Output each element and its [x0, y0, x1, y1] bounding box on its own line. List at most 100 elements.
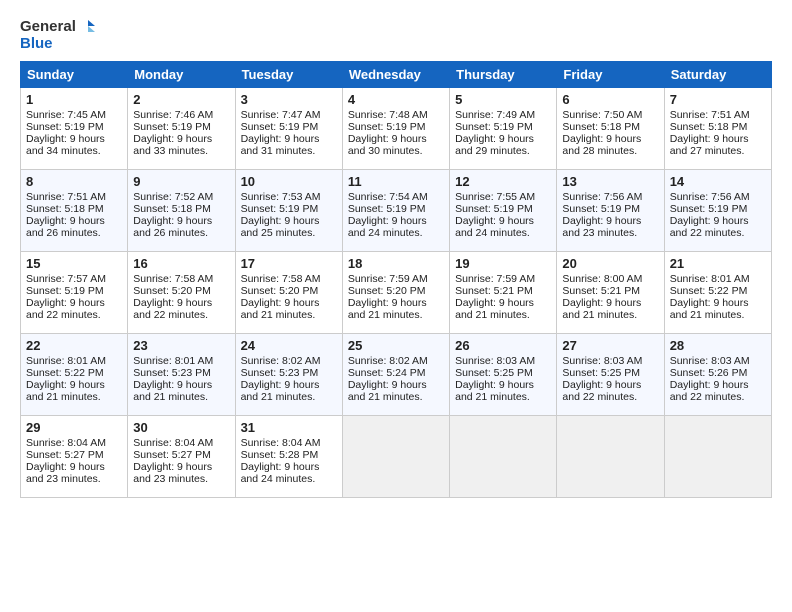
calendar-week-row: 22 Sunrise: 8:01 AM Sunset: 5:22 PM Dayl… [21, 333, 772, 415]
calendar-week-row: 8 Sunrise: 7:51 AM Sunset: 5:18 PM Dayli… [21, 169, 772, 251]
sunset-label: Sunset: 5:19 PM [562, 203, 640, 215]
daylight-label: Daylight: 9 hours and 31 minutes. [241, 133, 320, 157]
calendar-week-row: 29 Sunrise: 8:04 AM Sunset: 5:27 PM Dayl… [21, 415, 772, 497]
logo-text-blue: Blue [20, 36, 96, 53]
sunrise-label: Sunrise: 7:56 AM [670, 191, 750, 203]
day-number: 26 [455, 338, 551, 353]
calendar-cell: 25 Sunrise: 8:02 AM Sunset: 5:24 PM Dayl… [342, 333, 449, 415]
daylight-label: Daylight: 9 hours and 23 minutes. [562, 215, 641, 239]
page: General Blue Sunday Monday Tuesday Wedne… [0, 0, 792, 508]
sunrise-label: Sunrise: 7:54 AM [348, 191, 428, 203]
sunset-label: Sunset: 5:22 PM [670, 285, 748, 297]
daylight-label: Daylight: 9 hours and 30 minutes. [348, 133, 427, 157]
day-number: 11 [348, 174, 444, 189]
sunset-label: Sunset: 5:19 PM [133, 121, 211, 133]
calendar-cell: 11 Sunrise: 7:54 AM Sunset: 5:19 PM Dayl… [342, 169, 449, 251]
sunset-label: Sunset: 5:28 PM [241, 449, 319, 461]
daylight-label: Daylight: 9 hours and 29 minutes. [455, 133, 534, 157]
calendar-week-row: 1 Sunrise: 7:45 AM Sunset: 5:19 PM Dayli… [21, 87, 772, 169]
day-number: 4 [348, 92, 444, 107]
calendar-cell: 23 Sunrise: 8:01 AM Sunset: 5:23 PM Dayl… [128, 333, 235, 415]
day-number: 30 [133, 420, 229, 435]
calendar-cell: 24 Sunrise: 8:02 AM Sunset: 5:23 PM Dayl… [235, 333, 342, 415]
calendar-cell [450, 415, 557, 497]
daylight-label: Daylight: 9 hours and 21 minutes. [562, 297, 641, 321]
calendar-cell: 10 Sunrise: 7:53 AM Sunset: 5:19 PM Dayl… [235, 169, 342, 251]
sunset-label: Sunset: 5:19 PM [670, 203, 748, 215]
day-number: 23 [133, 338, 229, 353]
col-thursday: Thursday [450, 61, 557, 87]
calendar-cell [342, 415, 449, 497]
daylight-label: Daylight: 9 hours and 21 minutes. [133, 379, 212, 403]
day-number: 28 [670, 338, 766, 353]
calendar-cell: 30 Sunrise: 8:04 AM Sunset: 5:27 PM Dayl… [128, 415, 235, 497]
col-friday: Friday [557, 61, 664, 87]
sunrise-label: Sunrise: 7:46 AM [133, 109, 213, 121]
calendar-cell: 28 Sunrise: 8:03 AM Sunset: 5:26 PM Dayl… [664, 333, 771, 415]
daylight-label: Daylight: 9 hours and 25 minutes. [241, 215, 320, 239]
calendar-cell: 20 Sunrise: 8:00 AM Sunset: 5:21 PM Dayl… [557, 251, 664, 333]
calendar-cell: 1 Sunrise: 7:45 AM Sunset: 5:19 PM Dayli… [21, 87, 128, 169]
header-row: Sunday Monday Tuesday Wednesday Thursday… [21, 61, 772, 87]
calendar-cell [557, 415, 664, 497]
calendar-cell: 7 Sunrise: 7:51 AM Sunset: 5:18 PM Dayli… [664, 87, 771, 169]
day-number: 5 [455, 92, 551, 107]
calendar-table: Sunday Monday Tuesday Wednesday Thursday… [20, 61, 772, 498]
daylight-label: Daylight: 9 hours and 27 minutes. [670, 133, 749, 157]
sunrise-label: Sunrise: 8:02 AM [241, 355, 321, 367]
calendar-cell: 8 Sunrise: 7:51 AM Sunset: 5:18 PM Dayli… [21, 169, 128, 251]
day-number: 21 [670, 256, 766, 271]
daylight-label: Daylight: 9 hours and 34 minutes. [26, 133, 105, 157]
daylight-label: Daylight: 9 hours and 22 minutes. [562, 379, 641, 403]
col-sunday: Sunday [21, 61, 128, 87]
sunrise-label: Sunrise: 8:02 AM [348, 355, 428, 367]
sunrise-label: Sunrise: 7:59 AM [455, 273, 535, 285]
day-number: 19 [455, 256, 551, 271]
daylight-label: Daylight: 9 hours and 23 minutes. [133, 461, 212, 485]
sunrise-label: Sunrise: 8:01 AM [670, 273, 750, 285]
daylight-label: Daylight: 9 hours and 22 minutes. [26, 297, 105, 321]
calendar-cell [664, 415, 771, 497]
day-number: 24 [241, 338, 337, 353]
sunrise-label: Sunrise: 8:01 AM [133, 355, 213, 367]
sunset-label: Sunset: 5:23 PM [133, 367, 211, 379]
sunrise-label: Sunrise: 7:58 AM [133, 273, 213, 285]
header: General Blue [20, 18, 772, 53]
calendar-cell: 22 Sunrise: 8:01 AM Sunset: 5:22 PM Dayl… [21, 333, 128, 415]
sunset-label: Sunset: 5:18 PM [562, 121, 640, 133]
sunset-label: Sunset: 5:21 PM [562, 285, 640, 297]
sunset-label: Sunset: 5:18 PM [133, 203, 211, 215]
sunset-label: Sunset: 5:19 PM [241, 121, 319, 133]
sunrise-label: Sunrise: 7:57 AM [26, 273, 106, 285]
sunset-label: Sunset: 5:20 PM [241, 285, 319, 297]
sunrise-label: Sunrise: 8:04 AM [26, 437, 106, 449]
sunrise-label: Sunrise: 8:01 AM [26, 355, 106, 367]
sunset-label: Sunset: 5:24 PM [348, 367, 426, 379]
sunrise-label: Sunrise: 8:00 AM [562, 273, 642, 285]
day-number: 9 [133, 174, 229, 189]
sunset-label: Sunset: 5:23 PM [241, 367, 319, 379]
day-number: 15 [26, 256, 122, 271]
day-number: 31 [241, 420, 337, 435]
calendar-cell: 15 Sunrise: 7:57 AM Sunset: 5:19 PM Dayl… [21, 251, 128, 333]
daylight-label: Daylight: 9 hours and 22 minutes. [133, 297, 212, 321]
sunset-label: Sunset: 5:26 PM [670, 367, 748, 379]
day-number: 8 [26, 174, 122, 189]
logo-bird-icon [78, 18, 96, 36]
calendar-cell: 14 Sunrise: 7:56 AM Sunset: 5:19 PM Dayl… [664, 169, 771, 251]
sunset-label: Sunset: 5:19 PM [455, 203, 533, 215]
day-number: 16 [133, 256, 229, 271]
calendar-cell: 4 Sunrise: 7:48 AM Sunset: 5:19 PM Dayli… [342, 87, 449, 169]
daylight-label: Daylight: 9 hours and 21 minutes. [241, 379, 320, 403]
daylight-label: Daylight: 9 hours and 26 minutes. [26, 215, 105, 239]
day-number: 22 [26, 338, 122, 353]
sunrise-label: Sunrise: 7:51 AM [670, 109, 750, 121]
sunset-label: Sunset: 5:18 PM [670, 121, 748, 133]
sunrise-label: Sunrise: 7:45 AM [26, 109, 106, 121]
daylight-label: Daylight: 9 hours and 28 minutes. [562, 133, 641, 157]
sunset-label: Sunset: 5:22 PM [26, 367, 104, 379]
daylight-label: Daylight: 9 hours and 33 minutes. [133, 133, 212, 157]
col-saturday: Saturday [664, 61, 771, 87]
calendar-week-row: 15 Sunrise: 7:57 AM Sunset: 5:19 PM Dayl… [21, 251, 772, 333]
day-number: 2 [133, 92, 229, 107]
